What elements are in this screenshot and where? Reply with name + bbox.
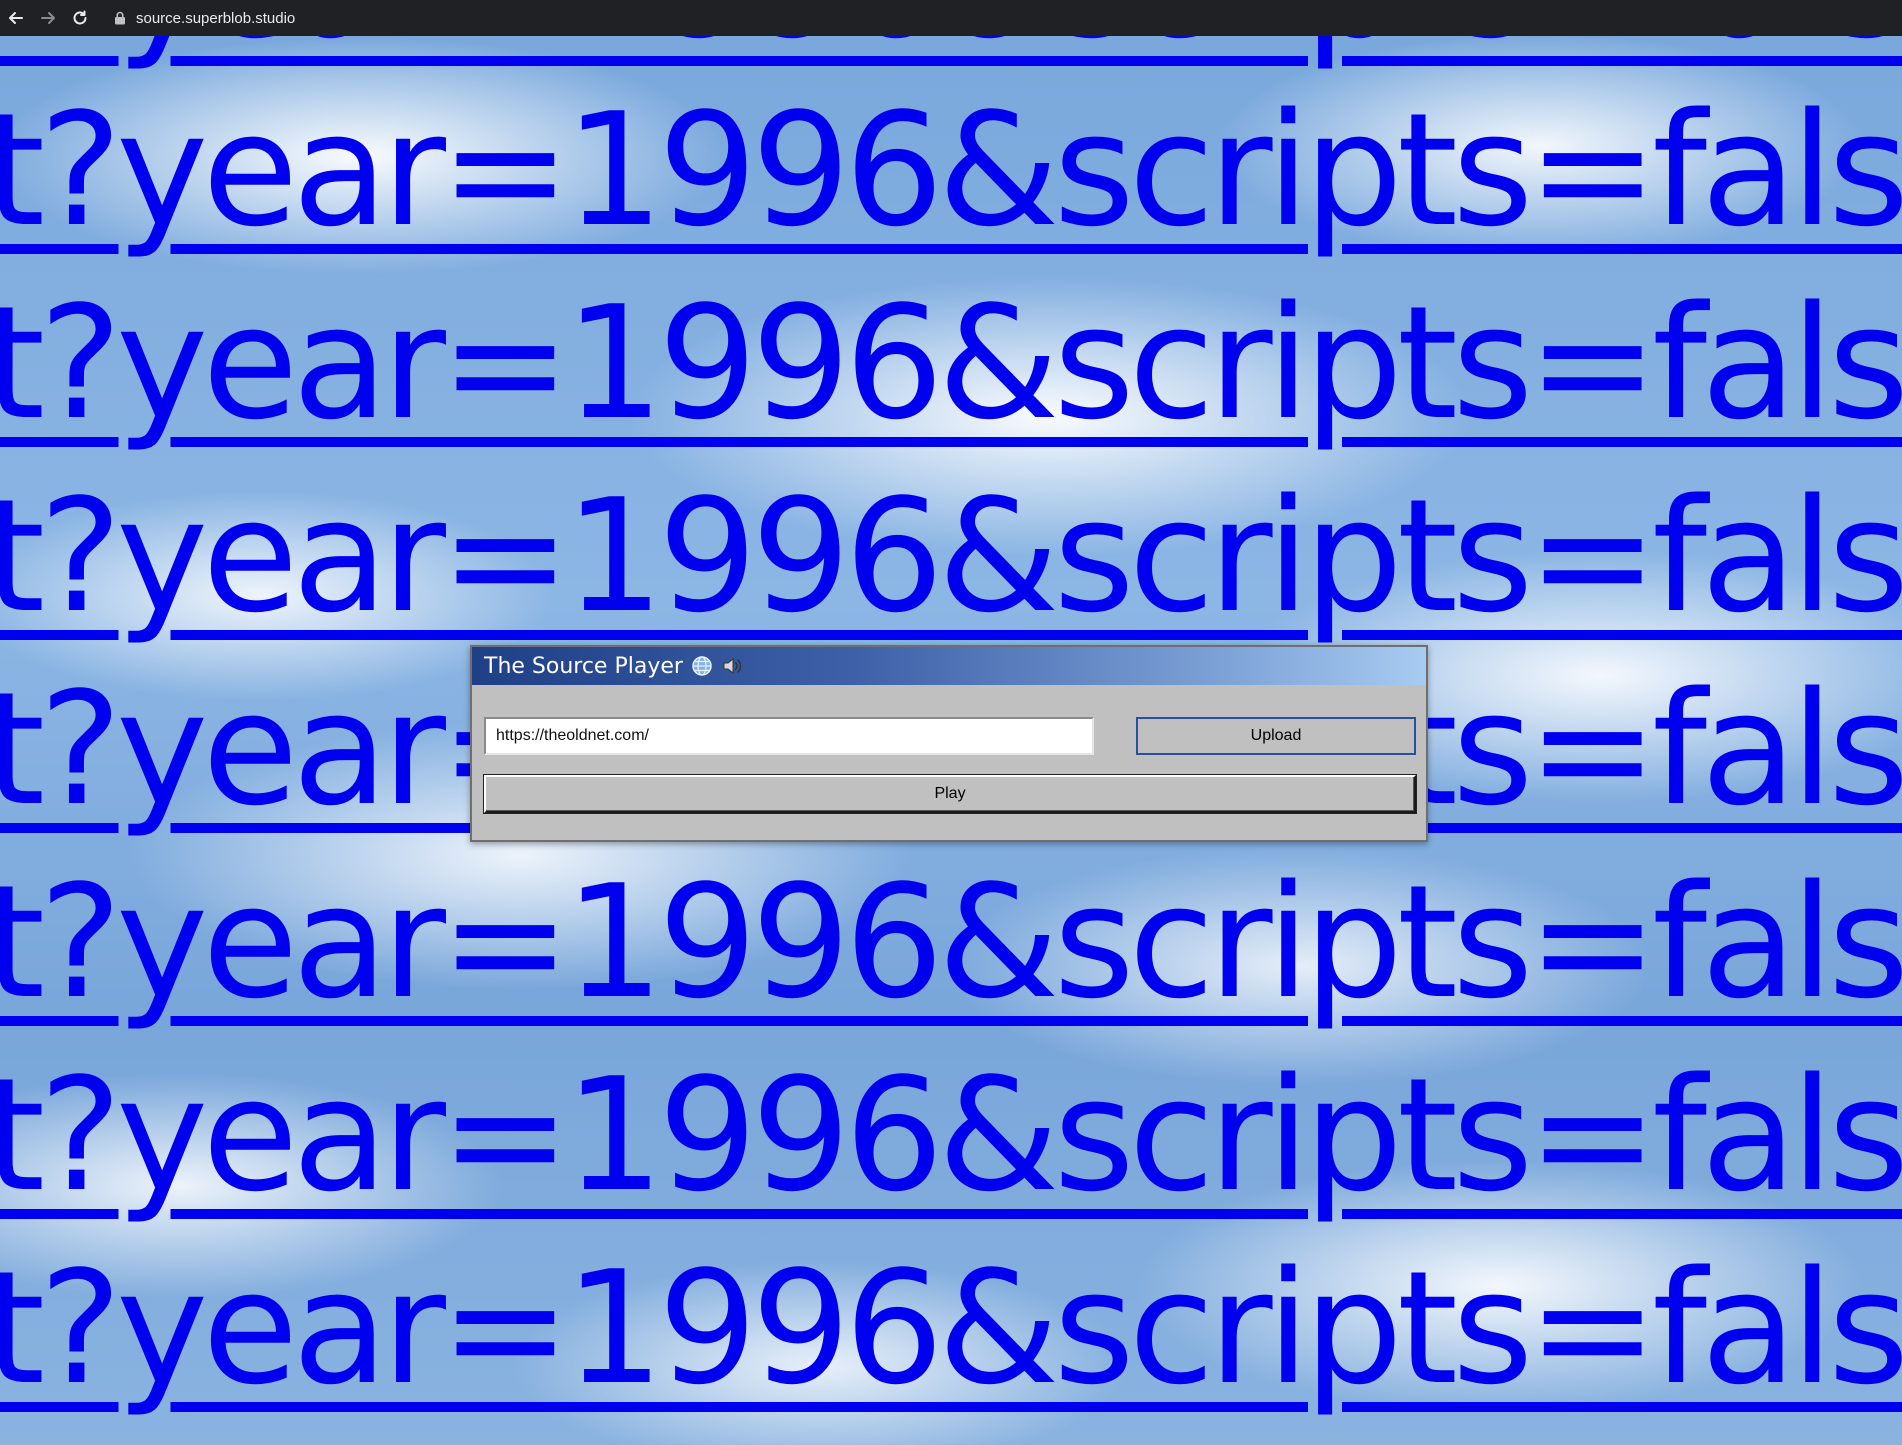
repeated-link[interactable]: t?year=1996&scripts=false& (0, 36, 1902, 60)
reload-icon (73, 10, 87, 25)
dialog-body: Upload Play (472, 685, 1426, 840)
repeated-link[interactable]: t?year=1996&scripts=false& (0, 864, 1902, 1020)
back-button[interactable] (0, 2, 32, 34)
repeated-link[interactable]: t?year=1996&scripts=false& (0, 1250, 1902, 1406)
dialog-titlebar[interactable]: The Source Player (472, 647, 1426, 685)
source-player-dialog: The Source Player Upload Play (470, 645, 1428, 842)
dialog-title: The Source Player (484, 653, 683, 679)
address-bar[interactable]: source.superblob.studio (106, 4, 303, 32)
url-input[interactable] (484, 717, 1094, 755)
repeated-link[interactable]: t?year=1996&scripts=false& (0, 285, 1902, 441)
globe-icon (691, 655, 713, 677)
lock-icon (115, 11, 125, 25)
repeated-link[interactable]: t?year=1996&scripts=false& (0, 1057, 1902, 1213)
play-button[interactable]: Play (484, 775, 1416, 813)
arrow-right-icon (41, 12, 55, 24)
forward-button[interactable] (32, 2, 64, 34)
arrow-left-icon (9, 12, 23, 24)
repeated-link[interactable]: t?year=1996&scripts=false& (0, 92, 1902, 248)
speaker-icon (721, 655, 743, 677)
reload-button[interactable] (64, 2, 96, 34)
browser-toolbar: source.superblob.studio (0, 0, 1902, 36)
upload-button[interactable]: Upload (1136, 717, 1416, 755)
address-url: source.superblob.studio (136, 9, 296, 27)
repeated-link[interactable]: t?year=1996&scripts=false& (0, 478, 1902, 634)
